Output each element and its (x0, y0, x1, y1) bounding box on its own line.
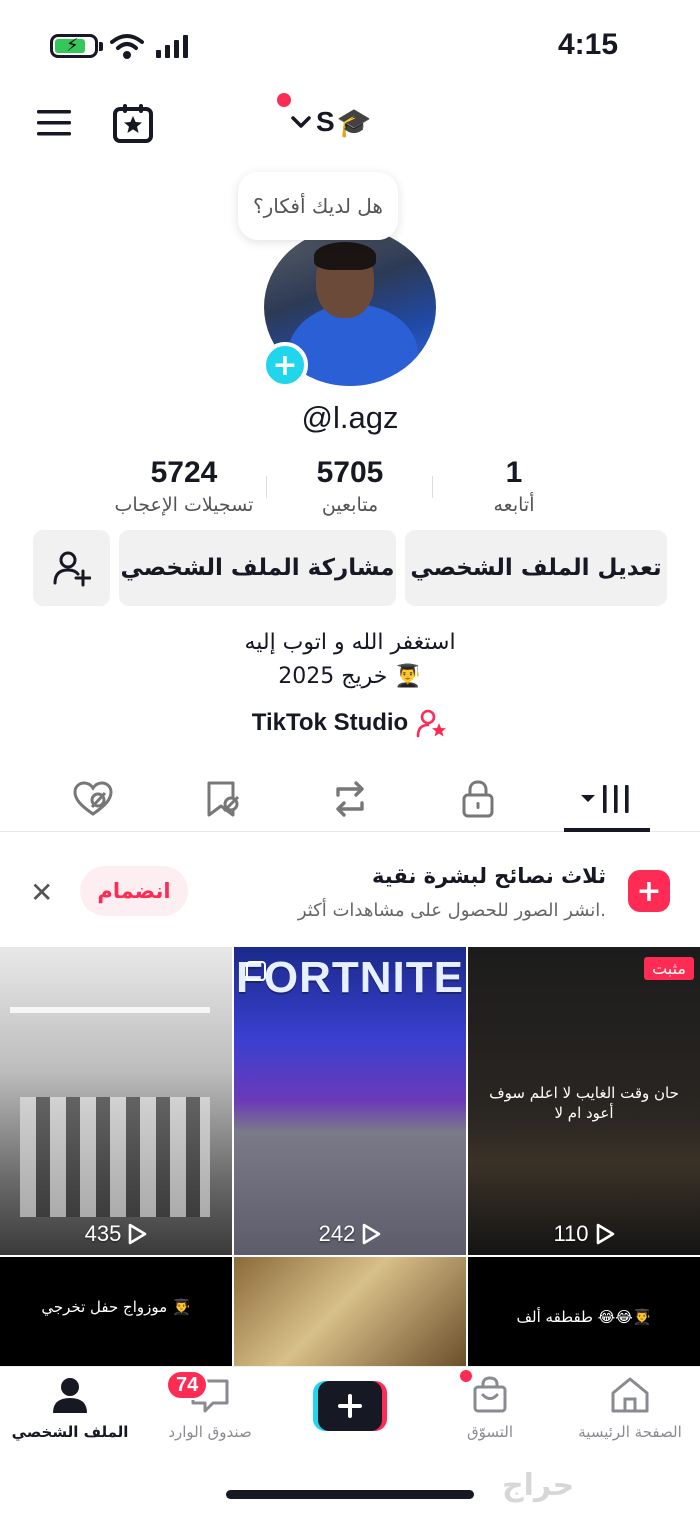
stat-followers-label: متابعين (321, 494, 379, 516)
heart-hidden-icon (73, 781, 113, 816)
nav-profile[interactable]: الملف الشخصي (0, 1375, 140, 1441)
video-grid-icon (581, 785, 629, 813)
wifi-icon (110, 34, 144, 59)
content-tabs (0, 766, 700, 832)
battery-icon: ⚡ (50, 34, 98, 58)
create-button[interactable] (313, 1381, 387, 1431)
banner-title: ثلاث نصائح لبشرة نقية (372, 864, 606, 888)
video-thumbnail[interactable]: طقطقه ألف 😂😂👨‍🎓 (468, 1257, 700, 1367)
play-icon (129, 1223, 147, 1245)
inbox-badge: 74 (166, 1370, 209, 1400)
pinned-badge: مثبت (644, 957, 694, 980)
video-thumbnail[interactable] (234, 1257, 466, 1367)
stat-following-label: أتابعه (493, 494, 535, 516)
add-friend-button[interactable] (33, 530, 110, 606)
tab-reposts[interactable] (305, 766, 395, 832)
banner-subtitle: انشر الصور للحصول على مشاهدات أكثر. (297, 900, 606, 921)
account-name: S (316, 106, 335, 137)
video-thumbnail[interactable]: 435 (0, 947, 232, 1255)
status-bar: ⚡ 4:15 (0, 0, 700, 90)
stat-followers-value: 5705 (316, 456, 384, 489)
video-caption: موزواج حفل تخرجي 👨‍🎓 (41, 1298, 191, 1316)
tiktok-studio-label: TikTok Studio (251, 709, 409, 736)
profile-icon (53, 1378, 87, 1413)
edit-profile-button[interactable]: تعديل الملف الشخصي (405, 530, 667, 606)
chevron-down-icon (291, 116, 311, 128)
account-switcher[interactable]: S 🎓 (290, 100, 372, 144)
thumbnail-title: FORTNITE (236, 953, 464, 1002)
stat-following-value: 1 (505, 456, 523, 489)
stat-likes-value: 5724 (150, 456, 218, 489)
tips-banner: ✕ انضمام ثلاث نصائح لبشرة نقية انشر الصو… (0, 846, 700, 938)
bookmark-hidden-icon (207, 781, 240, 817)
cellular-signal-icon (156, 35, 188, 58)
video-caption: طقطقه ألف 😂😂👨‍🎓 (516, 1308, 652, 1326)
add-post-icon: + (628, 870, 670, 912)
nav-shop-label: التسوّق (466, 1423, 514, 1441)
stat-following[interactable]: 1 أتابعه (424, 456, 604, 516)
tab-favorites[interactable] (178, 766, 268, 832)
add-avatar-button[interactable]: + (262, 342, 308, 388)
status-time: 4:15 (557, 28, 618, 61)
view-count: 110 (468, 1221, 700, 1247)
play-icon (363, 1223, 381, 1245)
join-button[interactable]: انضمام (80, 866, 188, 916)
tab-private[interactable] (433, 766, 523, 832)
add-user-icon (53, 551, 91, 587)
video-thumbnail[interactable]: مثبت حان وقت الغايب لا اعلم سوف أعود ام … (468, 947, 700, 1255)
thought-bubble[interactable]: هل لديك أفكار؟ (238, 172, 398, 240)
home-icon (611, 1377, 649, 1413)
nav-inbox-label: صندوق الوارد (168, 1423, 252, 1441)
repost-icon (336, 781, 364, 817)
user-star-icon (416, 709, 447, 738)
bio-line-1: استغفر الله و اتوب إليه (244, 630, 456, 655)
video-thumbnail[interactable]: FORTNITE 242 (234, 947, 466, 1255)
play-icon (596, 1223, 614, 1245)
battery-cap (99, 42, 103, 51)
nav-home-label: الصفحة الرئيسية (578, 1423, 682, 1441)
stat-likes-label: تسجيلات الإعجاب (114, 494, 254, 516)
watermark-logo: حراج (502, 1468, 575, 1503)
tiktok-studio-link[interactable]: TikTok Studio (0, 708, 700, 738)
shopping-bag-icon (473, 1376, 507, 1413)
username: @l.agz (301, 400, 399, 435)
multi-photo-icon (246, 961, 266, 981)
shop-notification-dot (460, 1370, 472, 1382)
stat-followers[interactable]: 5705 متابعين (260, 456, 440, 516)
tab-videos[interactable] (562, 766, 652, 832)
stat-likes[interactable]: 5724 تسجيلات الإعجاب (94, 456, 274, 516)
share-profile-button[interactable]: مشاركة الملف الشخصي (119, 530, 396, 606)
calendar-star-icon[interactable] (112, 102, 154, 144)
view-count: 435 (0, 1221, 232, 1247)
close-icon[interactable]: ✕ (30, 876, 53, 909)
nav-inbox[interactable]: صندوق الوارد (140, 1375, 280, 1441)
notification-dot (277, 93, 291, 107)
graduation-cap-icon: 🎓 (336, 105, 372, 139)
tab-liked[interactable] (48, 766, 138, 832)
video-caption: حان وقت الغايب لا اعلم سوف أعود ام لا (489, 1084, 679, 1122)
video-thumbnail[interactable]: موزواج حفل تخرجي 👨‍🎓 (0, 1257, 232, 1367)
nav-home[interactable]: الصفحة الرئيسية (560, 1375, 700, 1441)
active-tab-indicator (564, 828, 650, 832)
nav-shop[interactable]: التسوّق (420, 1375, 560, 1441)
bio-line-2: خريج 2025 👨‍🎓 (278, 664, 422, 689)
nav-profile-label: الملف الشخصي (11, 1423, 129, 1441)
home-indicator (226, 1490, 474, 1499)
menu-icon[interactable] (36, 106, 72, 140)
lock-icon (462, 780, 494, 818)
view-count: 242 (234, 1221, 466, 1247)
